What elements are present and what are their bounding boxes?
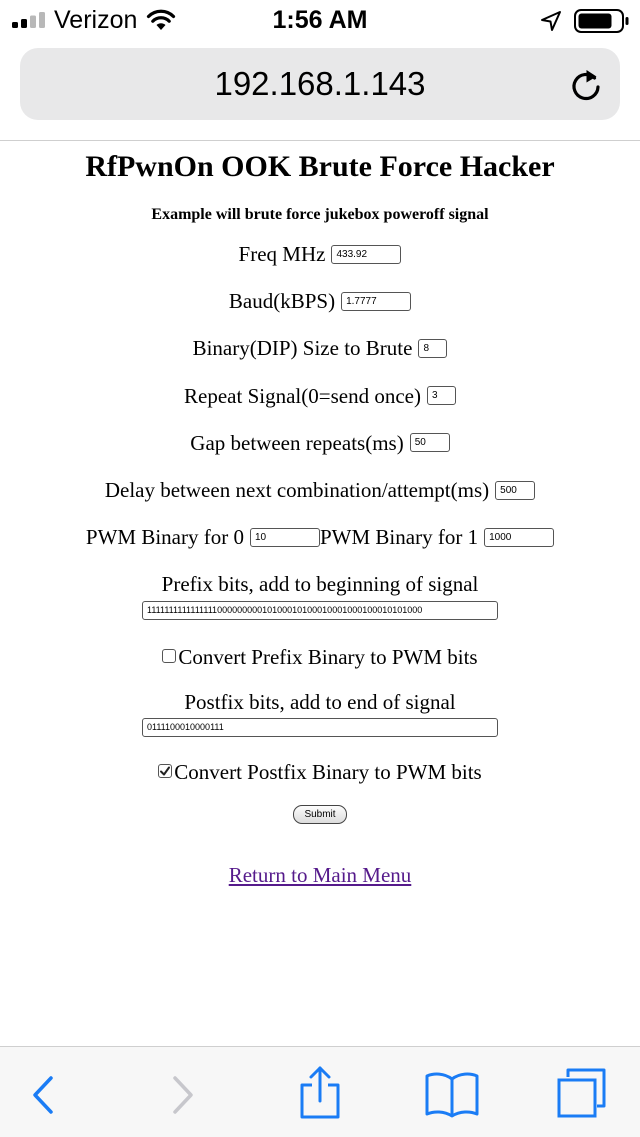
- convert-prefix-label: Convert Prefix Binary to PWM bits: [178, 644, 478, 669]
- tabs-icon[interactable]: [556, 1067, 608, 1119]
- convert-prefix-row: Convert Prefix Binary to PWM bits: [0, 643, 640, 669]
- bottom-toolbar: [0, 1046, 640, 1137]
- location-arrow-icon: [541, 11, 561, 31]
- page-title: RfPwnOn OOK Brute Force Hacker: [85, 150, 555, 183]
- baud-label: Baud(kBPS): [228, 289, 336, 314]
- convert-postfix-label: Convert Postfix Binary to PWM bits: [174, 760, 482, 785]
- postfix-label-row: Postfix bits, add to end of signal: [0, 688, 640, 714]
- postfix-input[interactable]: [142, 717, 498, 737]
- delay-row: Delay between next combination/attempt(m…: [0, 476, 640, 502]
- return-row: Return to Main Menu: [0, 863, 640, 887]
- battery-icon: [574, 9, 629, 33]
- repeat-input[interactable]: [426, 386, 456, 406]
- pwm1-input[interactable]: [484, 527, 555, 547]
- freq-row: Freq MHz: [0, 240, 640, 266]
- delay-label: Delay between next combination/attempt(m…: [104, 478, 490, 503]
- back-icon[interactable]: [30, 1074, 56, 1116]
- binsize-label: Binary(DIP) Size to Brute: [192, 336, 413, 361]
- page-subtitle: Example will brute force jukebox powerof…: [151, 206, 489, 223]
- freq-input[interactable]: [331, 244, 402, 264]
- convert-prefix-checkbox[interactable]: [162, 648, 177, 663]
- repeat-row: Repeat Signal(0=send once): [0, 382, 640, 408]
- delay-input[interactable]: [495, 480, 536, 500]
- binsize-input[interactable]: [418, 339, 448, 359]
- pwm-row: PWM Binary for 0 PWM Binary for 1: [0, 523, 640, 549]
- address-bar[interactable]: 192.168.1.143: [20, 48, 620, 120]
- checkmark-icon: [160, 766, 171, 776]
- pwm0-input[interactable]: [250, 527, 320, 547]
- prefix-input[interactable]: [142, 600, 498, 620]
- gap-input[interactable]: [409, 433, 450, 453]
- submit-row: Submit: [0, 803, 640, 825]
- pwm1-label: PWM Binary for 1: [320, 525, 479, 550]
- return-to-main-menu-link[interactable]: Return to Main Menu: [229, 863, 412, 887]
- freq-label: Freq MHz: [238, 242, 326, 267]
- baud-row: Baud(kBPS): [0, 287, 640, 313]
- prefix-label-row: Prefix bits, add to beginning of signal: [0, 570, 640, 597]
- postfix-label: Postfix bits, add to end of signal: [184, 689, 456, 714]
- forward-icon[interactable]: [170, 1074, 196, 1116]
- gap-row: Gap between repeats(ms): [0, 429, 640, 455]
- convert-postfix-checkbox[interactable]: [158, 764, 173, 779]
- baud-input[interactable]: [341, 291, 412, 311]
- binsize-row: Binary(DIP) Size to Brute: [0, 334, 640, 361]
- reload-icon[interactable]: [569, 67, 603, 103]
- prefix-label: Prefix bits, add to beginning of signal: [161, 572, 479, 597]
- submit-button[interactable]: Submit: [293, 805, 347, 825]
- bookmarks-icon[interactable]: [424, 1069, 480, 1119]
- convert-postfix-row: Convert Postfix Binary to PWM bits: [0, 758, 640, 784]
- status-bar: Verizon 1:56 AM: [0, 0, 640, 40]
- repeat-label: Repeat Signal(0=send once): [184, 383, 421, 408]
- url-text[interactable]: 192.168.1.143: [20, 48, 620, 120]
- gap-label: Gap between repeats(ms): [190, 430, 404, 455]
- share-icon[interactable]: [298, 1065, 342, 1121]
- page-content: RfPwnOn OOK Brute Force Hacker Example w…: [0, 141, 640, 887]
- pwm0-label: PWM Binary for 0: [85, 525, 244, 550]
